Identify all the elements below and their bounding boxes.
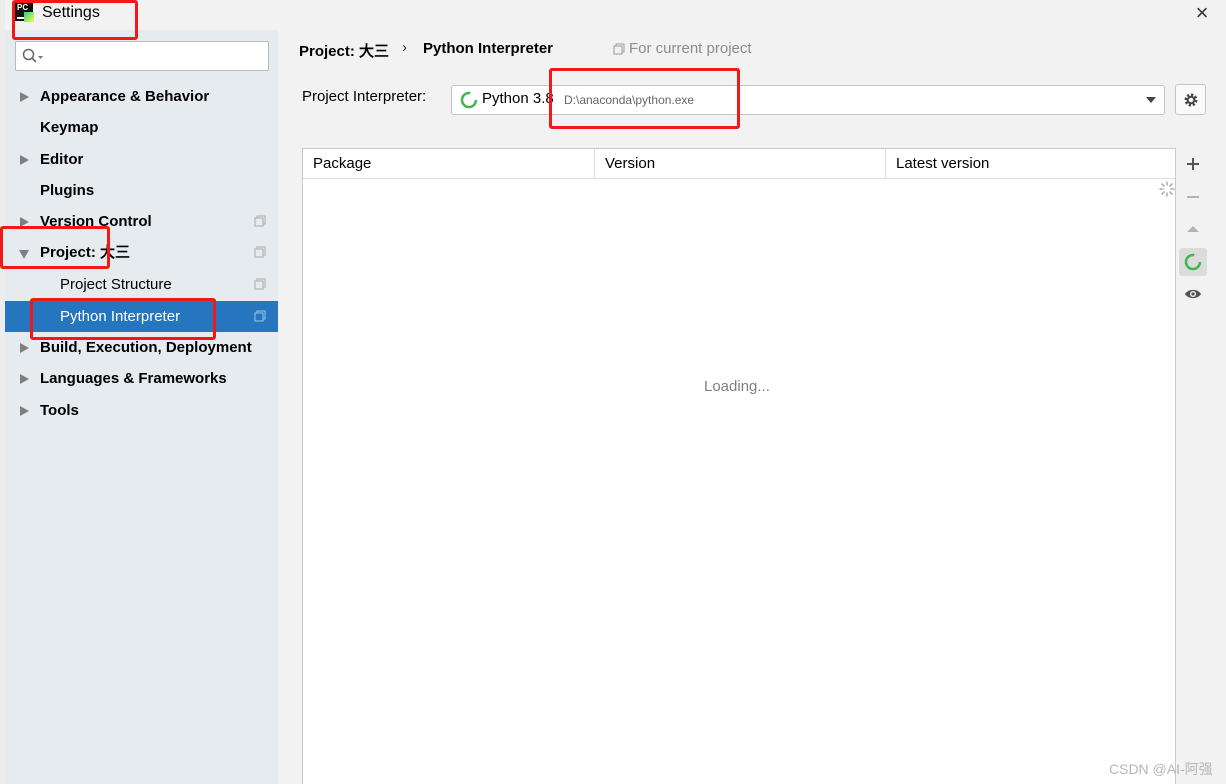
loading-status: Loading... xyxy=(704,378,770,395)
chevron-down-icon[interactable] xyxy=(1146,97,1156,103)
tree-item-tools[interactable]: Tools xyxy=(5,395,278,426)
minus-icon xyxy=(1187,196,1199,198)
upgrade-package-button[interactable] xyxy=(1179,215,1207,243)
chevron-right-icon[interactable] xyxy=(20,155,29,165)
column-header-version[interactable]: Version xyxy=(594,149,885,179)
chevron-right-icon[interactable] xyxy=(20,406,29,416)
loading-spinner-icon xyxy=(460,91,478,109)
uninstall-package-button[interactable] xyxy=(1179,183,1207,211)
scope-text: For current project xyxy=(629,40,752,57)
breadcrumb-separator: › xyxy=(402,39,407,56)
interpreter-name: Python 3.8 xyxy=(482,90,554,107)
interpreter-settings-button[interactable] xyxy=(1175,84,1206,115)
project-scope-icon xyxy=(254,278,266,290)
column-header-latest-version[interactable]: Latest version xyxy=(885,149,1175,179)
tree-item-languages-frameworks[interactable]: Languages & Frameworks xyxy=(5,363,278,394)
title-bar: PC Settings × xyxy=(0,0,1226,30)
interpreter-label: Project Interpreter: xyxy=(302,88,427,105)
plus-icon xyxy=(1187,158,1199,170)
tree-item-build-execution-deployment[interactable]: Build, Execution, Deployment xyxy=(5,332,278,363)
tree-item-project-structure[interactable]: Project Structure xyxy=(5,269,278,300)
tree-item-label: Editor xyxy=(40,151,84,168)
eye-icon xyxy=(1185,289,1201,299)
chevron-down-icon[interactable] xyxy=(19,250,29,259)
close-icon: × xyxy=(1195,0,1209,25)
arrow-up-icon xyxy=(1187,226,1199,232)
settings-sidebar: Appearance & Behavior Keymap Editor Plug… xyxy=(5,30,278,784)
close-button[interactable]: × xyxy=(1188,0,1216,26)
show-early-releases-button[interactable] xyxy=(1179,280,1207,308)
tree-item-version-control[interactable]: Version Control xyxy=(5,206,278,237)
breadcrumb-project: Project: 大三 xyxy=(299,43,390,60)
settings-search[interactable] xyxy=(15,41,269,71)
tree-item-label: Project Structure xyxy=(60,276,172,293)
tree-item-keymap[interactable]: Keymap xyxy=(5,112,278,143)
tree-item-label: Python Interpreter xyxy=(60,308,181,325)
chevron-right-icon[interactable] xyxy=(20,374,29,384)
tree-item-label: Tools xyxy=(40,402,79,419)
tree-item-editor[interactable]: Editor xyxy=(5,144,278,175)
tree-item-appearance-behavior[interactable]: Appearance & Behavior xyxy=(5,81,278,112)
settings-search-input[interactable] xyxy=(50,45,264,67)
tree-item-label: Plugins xyxy=(40,182,95,199)
tree-item-project[interactable]: Project: 大三 xyxy=(5,237,278,268)
interpreter-path: D:\anaconda\python.exe xyxy=(564,93,695,107)
tree-item-label: Appearance & Behavior xyxy=(40,88,210,105)
chevron-right-icon[interactable] xyxy=(20,92,29,102)
refresh-icon xyxy=(1184,253,1202,271)
install-package-button[interactable] xyxy=(1179,150,1207,178)
tree-item-label: Project: 大三 xyxy=(40,244,131,261)
watermark: CSDN @AI-阿强 xyxy=(1109,761,1213,777)
project-scope-icon xyxy=(254,246,266,258)
chevron-right-icon[interactable] xyxy=(20,217,29,227)
tree-item-plugins[interactable]: Plugins xyxy=(5,175,278,206)
chevron-right-icon[interactable] xyxy=(20,343,29,353)
loading-spinner-icon xyxy=(1159,181,1175,197)
refresh-button[interactable] xyxy=(1179,248,1207,276)
tree-item-label: Keymap xyxy=(40,119,99,136)
interpreter-select[interactable]: Python 3.8 D:\anaconda\python.exe xyxy=(451,85,1165,115)
tree-item-label: Languages & Frameworks xyxy=(40,370,227,387)
pycharm-logo-accent xyxy=(24,12,34,22)
search-icon xyxy=(22,48,43,63)
column-header-package[interactable]: Package xyxy=(303,149,594,179)
packages-table[interactable]: Package Version Latest version Loading..… xyxy=(302,148,1176,784)
gear-icon xyxy=(1184,93,1197,106)
tree-item-python-interpreter[interactable]: Python Interpreter xyxy=(5,301,278,332)
page-title: Python Interpreter xyxy=(423,40,554,57)
project-scope-icon xyxy=(613,43,625,55)
tree-item-label: Version Control xyxy=(40,213,152,230)
project-scope-icon xyxy=(254,310,266,322)
project-scope-icon xyxy=(254,215,266,227)
tree-item-label: Build, Execution, Deployment xyxy=(40,339,252,356)
window-title: Settings xyxy=(42,4,100,21)
